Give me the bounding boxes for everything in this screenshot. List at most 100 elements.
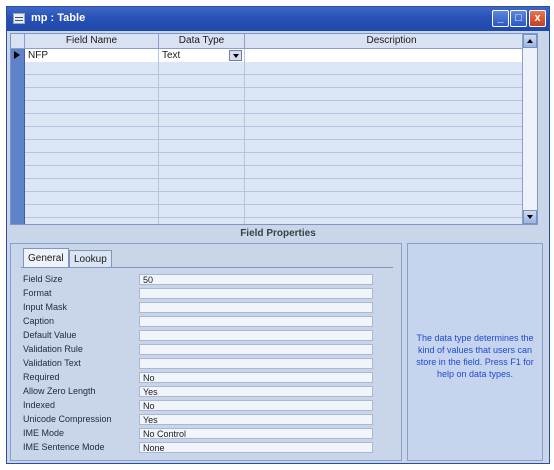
empty-table-row[interactable] bbox=[11, 218, 537, 224]
scroll-down-icon[interactable] bbox=[523, 210, 537, 224]
row-selector[interactable] bbox=[11, 49, 25, 62]
data-type-cell[interactable] bbox=[159, 127, 245, 140]
field-name-cell[interactable]: NFP bbox=[25, 49, 159, 62]
empty-table-row[interactable] bbox=[11, 179, 537, 192]
grid-scrollbar[interactable] bbox=[522, 34, 537, 224]
data-type-cell[interactable] bbox=[159, 75, 245, 88]
description-cell[interactable] bbox=[245, 205, 537, 218]
description-cell[interactable] bbox=[245, 127, 537, 140]
data-type-cell[interactable] bbox=[159, 166, 245, 179]
field-name-cell[interactable] bbox=[25, 179, 159, 192]
row-selector[interactable] bbox=[11, 75, 25, 88]
maximize-button[interactable]: □ bbox=[510, 10, 527, 27]
data-type-cell[interactable] bbox=[159, 114, 245, 127]
description-cell[interactable] bbox=[245, 140, 537, 153]
property-label: Unicode Compression bbox=[23, 414, 112, 424]
empty-table-row[interactable] bbox=[11, 166, 537, 179]
data-type-cell[interactable] bbox=[159, 218, 245, 224]
row-selector[interactable] bbox=[11, 218, 25, 224]
description-cell[interactable] bbox=[245, 166, 537, 179]
row-selector[interactable] bbox=[11, 166, 25, 179]
title-bar[interactable]: mp : Table _ □ x bbox=[7, 7, 549, 31]
empty-table-row[interactable] bbox=[11, 114, 537, 127]
row-selector[interactable] bbox=[11, 179, 25, 192]
description-cell[interactable] bbox=[245, 49, 537, 62]
empty-table-row[interactable] bbox=[11, 101, 537, 114]
field-name-cell[interactable] bbox=[25, 62, 159, 75]
description-cell[interactable] bbox=[245, 153, 537, 166]
scroll-up-icon[interactable] bbox=[523, 34, 537, 48]
data-type-cell[interactable] bbox=[159, 153, 245, 166]
column-header-data-type[interactable]: Data Type bbox=[159, 34, 245, 48]
data-type-cell[interactable] bbox=[159, 62, 245, 75]
row-selector[interactable] bbox=[11, 127, 25, 140]
data-type-cell[interactable]: Text bbox=[159, 49, 245, 62]
data-type-cell[interactable] bbox=[159, 101, 245, 114]
property-value-field[interactable]: Yes bbox=[139, 386, 373, 397]
empty-table-row[interactable] bbox=[11, 88, 537, 101]
field-name-cell[interactable] bbox=[25, 218, 159, 224]
property-value-field[interactable] bbox=[139, 358, 373, 369]
empty-table-row[interactable] bbox=[11, 192, 537, 205]
property-value-field[interactable]: No Control bbox=[139, 428, 373, 439]
empty-table-row[interactable] bbox=[11, 62, 537, 75]
empty-table-row[interactable] bbox=[11, 153, 537, 166]
description-cell[interactable] bbox=[245, 114, 537, 127]
close-button[interactable]: x bbox=[529, 10, 546, 27]
field-name-cell[interactable] bbox=[25, 88, 159, 101]
field-name-cell[interactable] bbox=[25, 205, 159, 218]
row-selector[interactable] bbox=[11, 140, 25, 153]
property-row: Field Size 50 bbox=[21, 274, 393, 285]
data-type-cell[interactable] bbox=[159, 140, 245, 153]
tab-general[interactable]: General bbox=[23, 248, 69, 267]
property-value-field[interactable] bbox=[139, 288, 373, 299]
description-cell[interactable] bbox=[245, 101, 537, 114]
row-selector[interactable] bbox=[11, 192, 25, 205]
field-name-cell[interactable] bbox=[25, 101, 159, 114]
description-cell[interactable] bbox=[245, 62, 537, 75]
description-cell[interactable] bbox=[245, 192, 537, 205]
description-cell[interactable] bbox=[245, 88, 537, 101]
property-label: Indexed bbox=[23, 400, 56, 410]
empty-table-row[interactable] bbox=[11, 127, 537, 140]
field-name-cell[interactable] bbox=[25, 140, 159, 153]
empty-table-row[interactable] bbox=[11, 205, 537, 218]
tab-lookup[interactable]: Lookup bbox=[69, 250, 112, 267]
data-type-cell[interactable] bbox=[159, 88, 245, 101]
row-selector[interactable] bbox=[11, 153, 25, 166]
row-selector[interactable] bbox=[11, 205, 25, 218]
field-name-cell[interactable] bbox=[25, 153, 159, 166]
property-value-field[interactable] bbox=[139, 302, 373, 313]
property-value-field[interactable] bbox=[139, 330, 373, 341]
description-cell[interactable] bbox=[245, 218, 537, 224]
empty-table-row[interactable] bbox=[11, 75, 537, 88]
field-name-cell[interactable] bbox=[25, 192, 159, 205]
row-selector[interactable] bbox=[11, 62, 25, 75]
field-name-cell[interactable] bbox=[25, 75, 159, 88]
field-name-cell[interactable] bbox=[25, 127, 159, 140]
data-type-cell[interactable] bbox=[159, 179, 245, 192]
row-selector[interactable] bbox=[11, 101, 25, 114]
row-selector[interactable] bbox=[11, 88, 25, 101]
table-row[interactable]: NFP Text bbox=[11, 49, 537, 62]
property-value-field[interactable]: Yes bbox=[139, 414, 373, 425]
property-value-field[interactable] bbox=[139, 316, 373, 327]
row-selector[interactable] bbox=[11, 114, 25, 127]
property-value-field[interactable]: 50 bbox=[139, 274, 373, 285]
data-type-cell[interactable] bbox=[159, 192, 245, 205]
property-value-field[interactable]: None bbox=[139, 442, 373, 453]
column-header-field-name[interactable]: Field Name bbox=[25, 34, 159, 48]
dropdown-arrow-icon[interactable] bbox=[229, 50, 242, 61]
property-value-field[interactable]: No bbox=[139, 372, 373, 383]
minimize-button[interactable]: _ bbox=[492, 10, 509, 27]
data-type-cell[interactable] bbox=[159, 205, 245, 218]
description-cell[interactable] bbox=[245, 75, 537, 88]
property-value-field[interactable] bbox=[139, 344, 373, 355]
description-cell[interactable] bbox=[245, 179, 537, 192]
header-selector[interactable] bbox=[11, 34, 25, 48]
field-name-cell[interactable] bbox=[25, 166, 159, 179]
empty-table-row[interactable] bbox=[11, 140, 537, 153]
property-value-field[interactable]: No bbox=[139, 400, 373, 411]
field-name-cell[interactable] bbox=[25, 114, 159, 127]
column-header-description[interactable]: Description bbox=[245, 34, 537, 48]
